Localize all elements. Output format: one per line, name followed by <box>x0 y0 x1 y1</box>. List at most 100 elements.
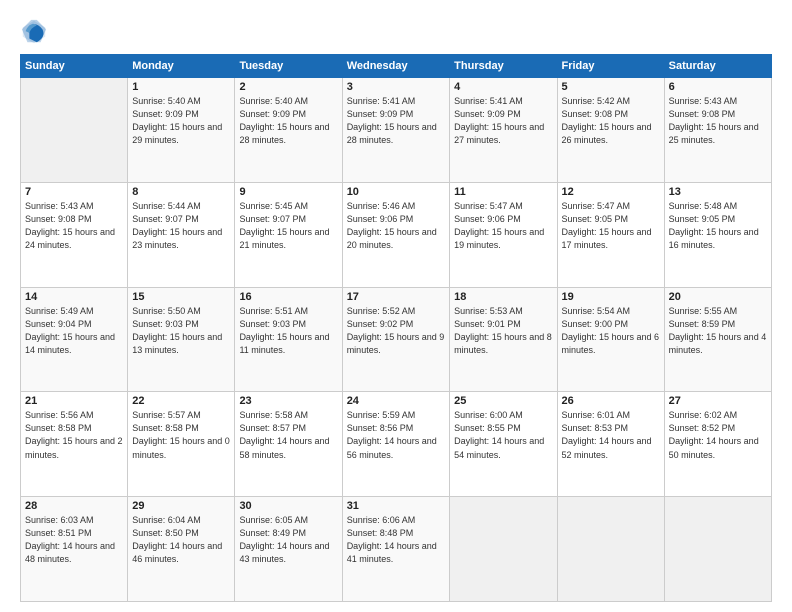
day-detail: Sunrise: 5:54 AM Sunset: 9:00 PM Dayligh… <box>562 305 660 357</box>
weekday-header: Monday <box>128 55 235 78</box>
day-detail: Sunrise: 5:46 AM Sunset: 9:06 PM Dayligh… <box>347 200 445 252</box>
calendar-cell: 17 Sunrise: 5:52 AM Sunset: 9:02 PM Dayli… <box>342 287 449 392</box>
logo-icon <box>20 18 48 46</box>
day-detail: Sunrise: 5:47 AM Sunset: 9:06 PM Dayligh… <box>454 200 552 252</box>
day-number: 15 <box>132 291 230 303</box>
calendar-cell: 15 Sunrise: 5:50 AM Sunset: 9:03 PM Dayli… <box>128 287 235 392</box>
calendar-header-row: SundayMondayTuesdayWednesdayThursdayFrid… <box>21 55 772 78</box>
calendar-cell: 13 Sunrise: 5:48 AM Sunset: 9:05 PM Dayli… <box>664 182 771 287</box>
day-number: 19 <box>562 291 660 303</box>
day-detail: Sunrise: 5:42 AM Sunset: 9:08 PM Dayligh… <box>562 95 660 147</box>
day-detail: Sunrise: 5:57 AM Sunset: 8:58 PM Dayligh… <box>132 409 230 461</box>
calendar-cell: 26Sunrise: 6:01 AM Sunset: 8:53 PM Dayli… <box>557 392 664 497</box>
calendar-cell <box>557 497 664 602</box>
calendar-week-row: 21Sunrise: 5:56 AM Sunset: 8:58 PM Dayli… <box>21 392 772 497</box>
calendar-cell: 9 Sunrise: 5:45 AM Sunset: 9:07 PM Daylig… <box>235 182 342 287</box>
day-number: 26 <box>562 395 660 407</box>
day-number: 13 <box>669 186 767 198</box>
calendar-cell: 11Sunrise: 5:47 AM Sunset: 9:06 PM Dayli… <box>450 182 557 287</box>
day-number: 29 <box>132 500 230 512</box>
day-detail: Sunrise: 5:55 AM Sunset: 8:59 PM Dayligh… <box>669 305 767 357</box>
day-number: 9 <box>239 186 337 198</box>
calendar-cell: 14 Sunrise: 5:49 AM Sunset: 9:04 PM Dayli… <box>21 287 128 392</box>
calendar-cell: 1 Sunrise: 5:40 AM Sunset: 9:09 PM Daylig… <box>128 78 235 183</box>
calendar-cell: 16Sunrise: 5:51 AM Sunset: 9:03 PM Dayli… <box>235 287 342 392</box>
calendar-cell: 27 Sunrise: 6:02 AM Sunset: 8:52 PM Dayli… <box>664 392 771 497</box>
calendar-cell: 2 Sunrise: 5:40 AM Sunset: 9:09 PM Daylig… <box>235 78 342 183</box>
day-detail: Sunrise: 5:59 AM Sunset: 8:56 PM Dayligh… <box>347 409 445 461</box>
day-detail: Sunrise: 5:56 AM Sunset: 8:58 PM Dayligh… <box>25 409 123 461</box>
calendar-week-row: 28 Sunrise: 6:03 AM Sunset: 8:51 PM Dayli… <box>21 497 772 602</box>
day-number: 16 <box>239 291 337 303</box>
calendar-cell: 24 Sunrise: 5:59 AM Sunset: 8:56 PM Dayli… <box>342 392 449 497</box>
day-detail: Sunrise: 5:41 AM Sunset: 9:09 PM Dayligh… <box>454 95 552 147</box>
weekday-header: Friday <box>557 55 664 78</box>
calendar-cell: 18 Sunrise: 5:53 AM Sunset: 9:01 PM Dayli… <box>450 287 557 392</box>
day-detail: Sunrise: 6:05 AM Sunset: 8:49 PM Dayligh… <box>239 514 337 566</box>
calendar-cell: 19 Sunrise: 5:54 AM Sunset: 9:00 PM Dayli… <box>557 287 664 392</box>
calendar-cell: 12 Sunrise: 5:47 AM Sunset: 9:05 PM Dayli… <box>557 182 664 287</box>
day-number: 25 <box>454 395 552 407</box>
header <box>20 18 772 46</box>
day-number: 10 <box>347 186 445 198</box>
calendar-week-row: 7Sunrise: 5:43 AM Sunset: 9:08 PM Daylig… <box>21 182 772 287</box>
day-detail: Sunrise: 5:47 AM Sunset: 9:05 PM Dayligh… <box>562 200 660 252</box>
logo <box>20 18 52 46</box>
day-detail: Sunrise: 5:50 AM Sunset: 9:03 PM Dayligh… <box>132 305 230 357</box>
calendar-cell: 23 Sunrise: 5:58 AM Sunset: 8:57 PM Dayli… <box>235 392 342 497</box>
day-detail: Sunrise: 5:45 AM Sunset: 9:07 PM Dayligh… <box>239 200 337 252</box>
day-number: 22 <box>132 395 230 407</box>
day-number: 14 <box>25 291 123 303</box>
day-number: 28 <box>25 500 123 512</box>
page: SundayMondayTuesdayWednesdayThursdayFrid… <box>0 0 792 612</box>
calendar-cell: 4 Sunrise: 5:41 AM Sunset: 9:09 PM Daylig… <box>450 78 557 183</box>
day-number: 18 <box>454 291 552 303</box>
day-number: 8 <box>132 186 230 198</box>
day-number: 12 <box>562 186 660 198</box>
weekday-header: Saturday <box>664 55 771 78</box>
day-detail: Sunrise: 5:40 AM Sunset: 9:09 PM Dayligh… <box>132 95 230 147</box>
calendar-cell: 22 Sunrise: 5:57 AM Sunset: 8:58 PM Dayli… <box>128 392 235 497</box>
calendar-cell <box>450 497 557 602</box>
day-detail: Sunrise: 5:52 AM Sunset: 9:02 PM Dayligh… <box>347 305 445 357</box>
calendar-cell: 5Sunrise: 5:42 AM Sunset: 9:08 PM Daylig… <box>557 78 664 183</box>
day-number: 24 <box>347 395 445 407</box>
day-detail: Sunrise: 6:03 AM Sunset: 8:51 PM Dayligh… <box>25 514 123 566</box>
day-number: 23 <box>239 395 337 407</box>
calendar-cell: 21Sunrise: 5:56 AM Sunset: 8:58 PM Dayli… <box>21 392 128 497</box>
weekday-header: Sunday <box>21 55 128 78</box>
calendar-cell <box>664 497 771 602</box>
calendar: SundayMondayTuesdayWednesdayThursdayFrid… <box>20 54 772 602</box>
day-detail: Sunrise: 5:49 AM Sunset: 9:04 PM Dayligh… <box>25 305 123 357</box>
day-detail: Sunrise: 5:41 AM Sunset: 9:09 PM Dayligh… <box>347 95 445 147</box>
calendar-cell: 10 Sunrise: 5:46 AM Sunset: 9:06 PM Dayli… <box>342 182 449 287</box>
weekday-header: Tuesday <box>235 55 342 78</box>
calendar-cell: 8 Sunrise: 5:44 AM Sunset: 9:07 PM Daylig… <box>128 182 235 287</box>
day-number: 27 <box>669 395 767 407</box>
calendar-cell: 6Sunrise: 5:43 AM Sunset: 9:08 PM Daylig… <box>664 78 771 183</box>
day-number: 2 <box>239 81 337 93</box>
calendar-cell: 29 Sunrise: 6:04 AM Sunset: 8:50 PM Dayli… <box>128 497 235 602</box>
day-detail: Sunrise: 5:44 AM Sunset: 9:07 PM Dayligh… <box>132 200 230 252</box>
day-number: 6 <box>669 81 767 93</box>
day-number: 31 <box>347 500 445 512</box>
day-number: 30 <box>239 500 337 512</box>
day-detail: Sunrise: 6:06 AM Sunset: 8:48 PM Dayligh… <box>347 514 445 566</box>
day-number: 7 <box>25 186 123 198</box>
day-detail: Sunrise: 5:40 AM Sunset: 9:09 PM Dayligh… <box>239 95 337 147</box>
day-number: 4 <box>454 81 552 93</box>
calendar-week-row: 14 Sunrise: 5:49 AM Sunset: 9:04 PM Dayli… <box>21 287 772 392</box>
day-number: 17 <box>347 291 445 303</box>
day-detail: Sunrise: 6:04 AM Sunset: 8:50 PM Dayligh… <box>132 514 230 566</box>
day-detail: Sunrise: 5:48 AM Sunset: 9:05 PM Dayligh… <box>669 200 767 252</box>
day-detail: Sunrise: 5:58 AM Sunset: 8:57 PM Dayligh… <box>239 409 337 461</box>
calendar-cell: 25 Sunrise: 6:00 AM Sunset: 8:55 PM Dayli… <box>450 392 557 497</box>
calendar-cell: 7Sunrise: 5:43 AM Sunset: 9:08 PM Daylig… <box>21 182 128 287</box>
day-detail: Sunrise: 6:02 AM Sunset: 8:52 PM Dayligh… <box>669 409 767 461</box>
calendar-cell: 3Sunrise: 5:41 AM Sunset: 9:09 PM Daylig… <box>342 78 449 183</box>
calendar-week-row: 1 Sunrise: 5:40 AM Sunset: 9:09 PM Daylig… <box>21 78 772 183</box>
calendar-cell <box>21 78 128 183</box>
day-number: 1 <box>132 81 230 93</box>
day-detail: Sunrise: 5:53 AM Sunset: 9:01 PM Dayligh… <box>454 305 552 357</box>
day-detail: Sunrise: 6:00 AM Sunset: 8:55 PM Dayligh… <box>454 409 552 461</box>
